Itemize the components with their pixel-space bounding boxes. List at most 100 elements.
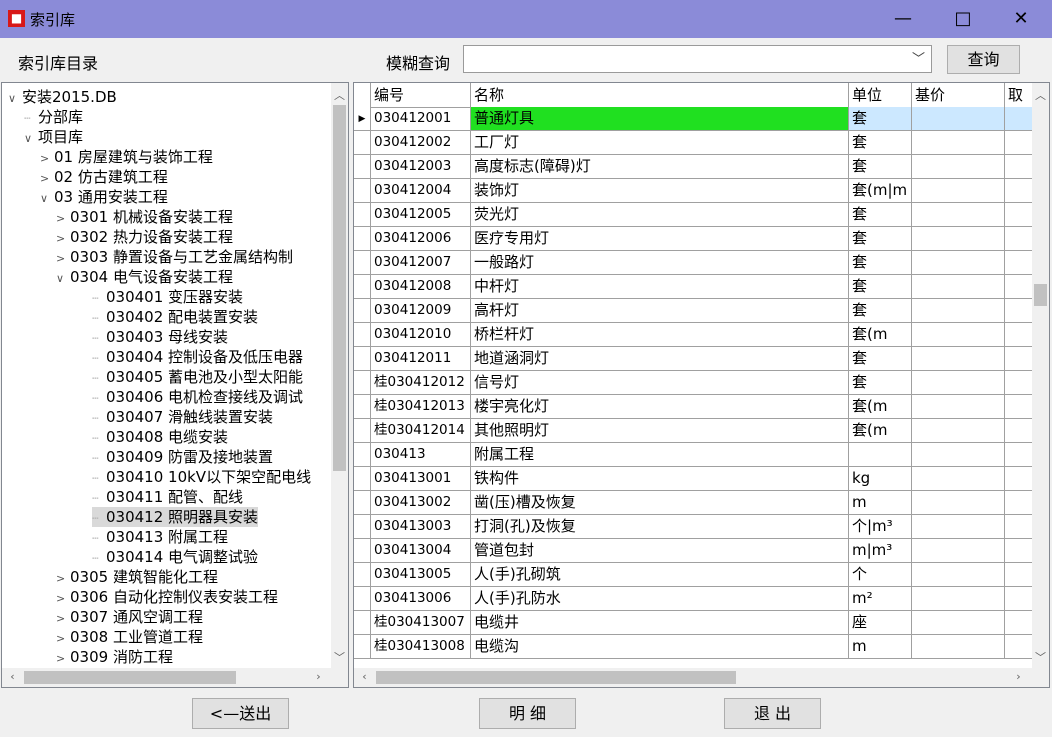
- cell-code[interactable]: 桂030413008: [371, 635, 471, 659]
- cell-price[interactable]: [912, 491, 1005, 515]
- cell-price[interactable]: [912, 539, 1005, 563]
- tree-node[interactable]: ┄ 030412 照明器具安装: [92, 507, 259, 527]
- table-row[interactable]: 030412006 医疗专用灯套: [354, 227, 1034, 251]
- tree-node[interactable]: ┄ 030405 蓄电池及小型太阳能: [92, 367, 303, 387]
- table-row[interactable]: 桂030412012 信号灯套: [354, 371, 1034, 395]
- collapse-chevron-icon[interactable]: >: [56, 649, 70, 669]
- cell-code[interactable]: 030413001: [371, 467, 471, 491]
- scroll-left-icon[interactable]: ‹: [356, 670, 373, 683]
- tree-node[interactable]: >02 仿古建筑工程: [40, 167, 168, 187]
- cell-extra[interactable]: [1005, 587, 1034, 611]
- cell-code[interactable]: 030413: [371, 443, 471, 467]
- row-header[interactable]: [354, 611, 371, 635]
- cell-unit[interactable]: m: [849, 635, 912, 659]
- cell-extra[interactable]: [1005, 275, 1034, 299]
- tree-node[interactable]: ∨ 0304 电气设备安装工程: [56, 267, 233, 287]
- tree-node[interactable]: >0303 静置设备与工艺金属结构制: [56, 247, 293, 267]
- tree-horizontal-scrollbar[interactable]: ‹ ›: [2, 668, 348, 687]
- tree-node[interactable]: ∨ 项目库: [24, 127, 83, 147]
- cell-price[interactable]: [912, 107, 1005, 131]
- catalog-tree[interactable]: ∨ 安装2015.DB ┄ 分部库 ∨ 项目库 >01 房屋建筑与装饰工程 >02 仿古建筑工…: [1, 82, 349, 688]
- cell-price[interactable]: [912, 587, 1005, 611]
- row-header[interactable]: [354, 275, 371, 299]
- cell-unit[interactable]: kg: [849, 467, 912, 491]
- cell-extra[interactable]: [1005, 371, 1034, 395]
- scroll-down-icon[interactable]: ﹀: [1032, 649, 1049, 665]
- tree-node[interactable]: ┄ 030401 变压器安装: [92, 287, 243, 307]
- cell-unit[interactable]: 套: [849, 203, 912, 227]
- table-row[interactable]: 030412008 中杆灯套: [354, 275, 1034, 299]
- tree-node[interactable]: >0301 机械设备安装工程: [56, 207, 233, 227]
- cell-name[interactable]: 高度标志(障碍)灯: [471, 155, 849, 179]
- table-row[interactable]: 030413001 铁构件 kg: [354, 467, 1034, 491]
- cell-price[interactable]: [912, 227, 1005, 251]
- cell-name[interactable]: 楼宇亮化灯: [471, 395, 849, 419]
- cell-unit[interactable]: 套: [849, 275, 912, 299]
- row-header[interactable]: [354, 131, 371, 155]
- tree-node[interactable]: >0306 自动化控制仪表安装工程: [56, 587, 278, 607]
- collapse-chevron-icon[interactable]: >: [56, 609, 70, 629]
- cell-price[interactable]: [912, 563, 1005, 587]
- tree-node[interactable]: ┄ 030403 母线安装: [92, 327, 228, 347]
- collapse-chevron-icon[interactable]: >: [56, 209, 70, 229]
- table-row[interactable]: 030413004 管道包封 m|m³: [354, 539, 1034, 563]
- cell-unit[interactable]: 套(m: [849, 419, 912, 443]
- row-header[interactable]: [354, 587, 371, 611]
- cell-extra[interactable]: [1005, 251, 1034, 275]
- cell-price[interactable]: [912, 203, 1005, 227]
- cell-extra[interactable]: [1005, 467, 1034, 491]
- tree-node[interactable]: >0309 消防工程: [56, 647, 173, 667]
- tree-node[interactable]: ┄ 030408 电缆安装: [92, 427, 228, 447]
- cell-code[interactable]: 030413005: [371, 563, 471, 587]
- cell-code[interactable]: 030412005: [371, 203, 471, 227]
- tree-node[interactable]: ┄ 030414 电气调整试验: [92, 547, 258, 567]
- row-header[interactable]: [354, 203, 371, 227]
- row-header[interactable]: [354, 179, 371, 203]
- cell-code[interactable]: 030412008: [371, 275, 471, 299]
- table-row[interactable]: 030413002 凿(压)槽及恢复 m: [354, 491, 1034, 515]
- cell-code[interactable]: 030412007: [371, 251, 471, 275]
- cell-name[interactable]: 电缆井: [471, 611, 849, 635]
- cell-price[interactable]: [912, 371, 1005, 395]
- cell-extra[interactable]: [1005, 179, 1034, 203]
- table-row[interactable]: 桂030413008 电缆沟 m: [354, 635, 1034, 659]
- send-button[interactable]: <—送出: [192, 698, 289, 729]
- tree-node[interactable]: ∨ 03 通用安装工程: [40, 187, 168, 207]
- cell-unit[interactable]: 套: [849, 107, 912, 131]
- cell-code[interactable]: 030413006: [371, 587, 471, 611]
- cell-price[interactable]: [912, 443, 1005, 467]
- table-row[interactable]: 030412005 荧光灯套: [354, 203, 1034, 227]
- cell-name[interactable]: 装饰灯: [471, 179, 849, 203]
- tree-scroll-thumb[interactable]: [333, 105, 346, 471]
- row-header[interactable]: [354, 347, 371, 371]
- cell-extra[interactable]: [1005, 107, 1034, 131]
- collapse-chevron-icon[interactable]: >: [40, 169, 54, 189]
- tree-node[interactable]: ┄ 030406 电机检查接线及调试: [92, 387, 303, 407]
- tree-hscroll-thumb[interactable]: [24, 671, 236, 684]
- cell-unit[interactable]: 个|m³: [849, 515, 912, 539]
- column-header-price[interactable]: 基价: [912, 83, 1005, 107]
- tree-vertical-scrollbar[interactable]: ︿ ﹀: [331, 83, 348, 668]
- cell-price[interactable]: [912, 155, 1005, 179]
- cell-unit[interactable]: [849, 443, 912, 467]
- table-row[interactable]: 030413 附属工程: [354, 443, 1034, 467]
- cell-name[interactable]: 电缆沟: [471, 635, 849, 659]
- grid-vertical-scrollbar[interactable]: ︿ ﹀: [1032, 83, 1049, 668]
- cell-unit[interactable]: 个: [849, 563, 912, 587]
- row-header[interactable]: [354, 419, 371, 443]
- scroll-down-icon[interactable]: ﹀: [331, 649, 348, 665]
- collapse-chevron-icon[interactable]: >: [56, 229, 70, 249]
- expand-chevron-icon[interactable]: ∨: [24, 129, 38, 149]
- tree-node[interactable]: ∨ 安装2015.DB: [8, 87, 117, 107]
- cell-name[interactable]: 人(手)孔砌筑: [471, 563, 849, 587]
- table-row[interactable]: 030413003 打洞(孔)及恢复 个|m³: [354, 515, 1034, 539]
- tree-node[interactable]: ┄ 分部库: [24, 107, 83, 127]
- cell-name[interactable]: 管道包封: [471, 539, 849, 563]
- cell-price[interactable]: [912, 131, 1005, 155]
- expand-chevron-icon[interactable]: ∨: [56, 269, 70, 289]
- cell-unit[interactable]: 套: [849, 371, 912, 395]
- row-header[interactable]: [354, 155, 371, 179]
- tree-node[interactable]: >0307 通风空调工程: [56, 607, 203, 627]
- cell-name[interactable]: 一般路灯: [471, 251, 849, 275]
- collapse-chevron-icon[interactable]: >: [56, 569, 70, 589]
